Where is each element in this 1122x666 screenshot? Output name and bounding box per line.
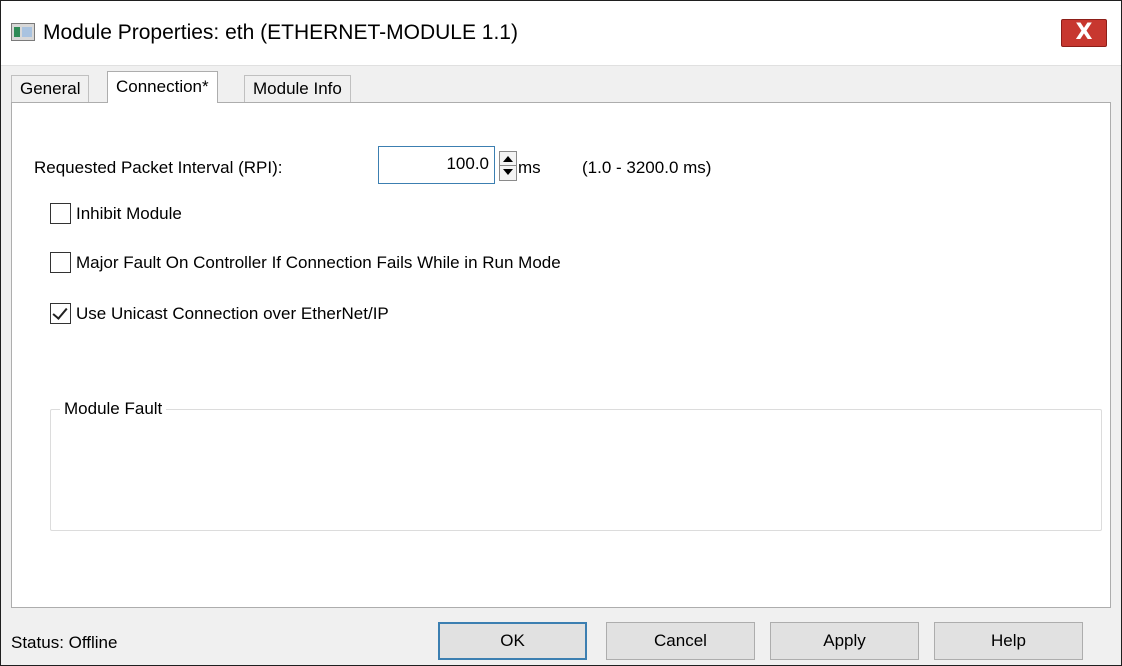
inhibit-module-label[interactable]: Inhibit Module [76,203,182,225]
checkmark-icon [52,304,68,320]
rpi-input-box[interactable] [378,146,495,184]
window-title: Module Properties: eth (ETHERNET-MODULE … [43,21,518,44]
ok-button[interactable]: OK [438,622,587,660]
major-fault-label[interactable]: Major Fault On Controller If Connection … [76,252,561,274]
module-fault-group [50,409,1102,531]
module-fault-title: Module Fault [60,399,167,419]
cancel-button[interactable]: Cancel [606,622,755,660]
close-button[interactable]: X [1061,19,1107,47]
apply-button[interactable]: Apply [770,622,919,660]
spin-up-icon[interactable] [500,152,516,166]
rpi-unit: ms [518,158,541,177]
help-button[interactable]: Help [934,622,1083,660]
tab-general[interactable]: General [11,75,90,102]
connection-tab-panel: Requested Packet Interval (RPI): ms (1.0… [11,102,1111,608]
tab-module-info[interactable]: Module Info [244,75,351,102]
inhibit-module-checkbox[interactable] [50,203,71,224]
rpi-input[interactable] [381,149,489,179]
rpi-range: (1.0 - 3200.0 ms) [582,158,712,177]
module-properties-dialog: Module Properties: eth (ETHERNET-MODULE … [0,0,1122,666]
status-text: Status: Offline [11,633,118,652]
spin-down-icon[interactable] [500,166,516,180]
title-bar: Module Properties: eth (ETHERNET-MODULE … [1,1,1121,66]
rpi-label: Requested Packet Interval (RPI): [34,158,283,177]
rpi-spinner[interactable] [499,151,517,181]
tab-connection[interactable]: Connection* [107,71,218,103]
module-window-icon [11,23,35,41]
major-fault-checkbox[interactable] [50,252,71,273]
dialog-footer: Status: Offline OK Cancel Apply Help [1,617,1121,665]
unicast-connection-checkbox[interactable] [50,303,71,324]
unicast-connection-label[interactable]: Use Unicast Connection over EtherNet/IP [76,303,389,325]
